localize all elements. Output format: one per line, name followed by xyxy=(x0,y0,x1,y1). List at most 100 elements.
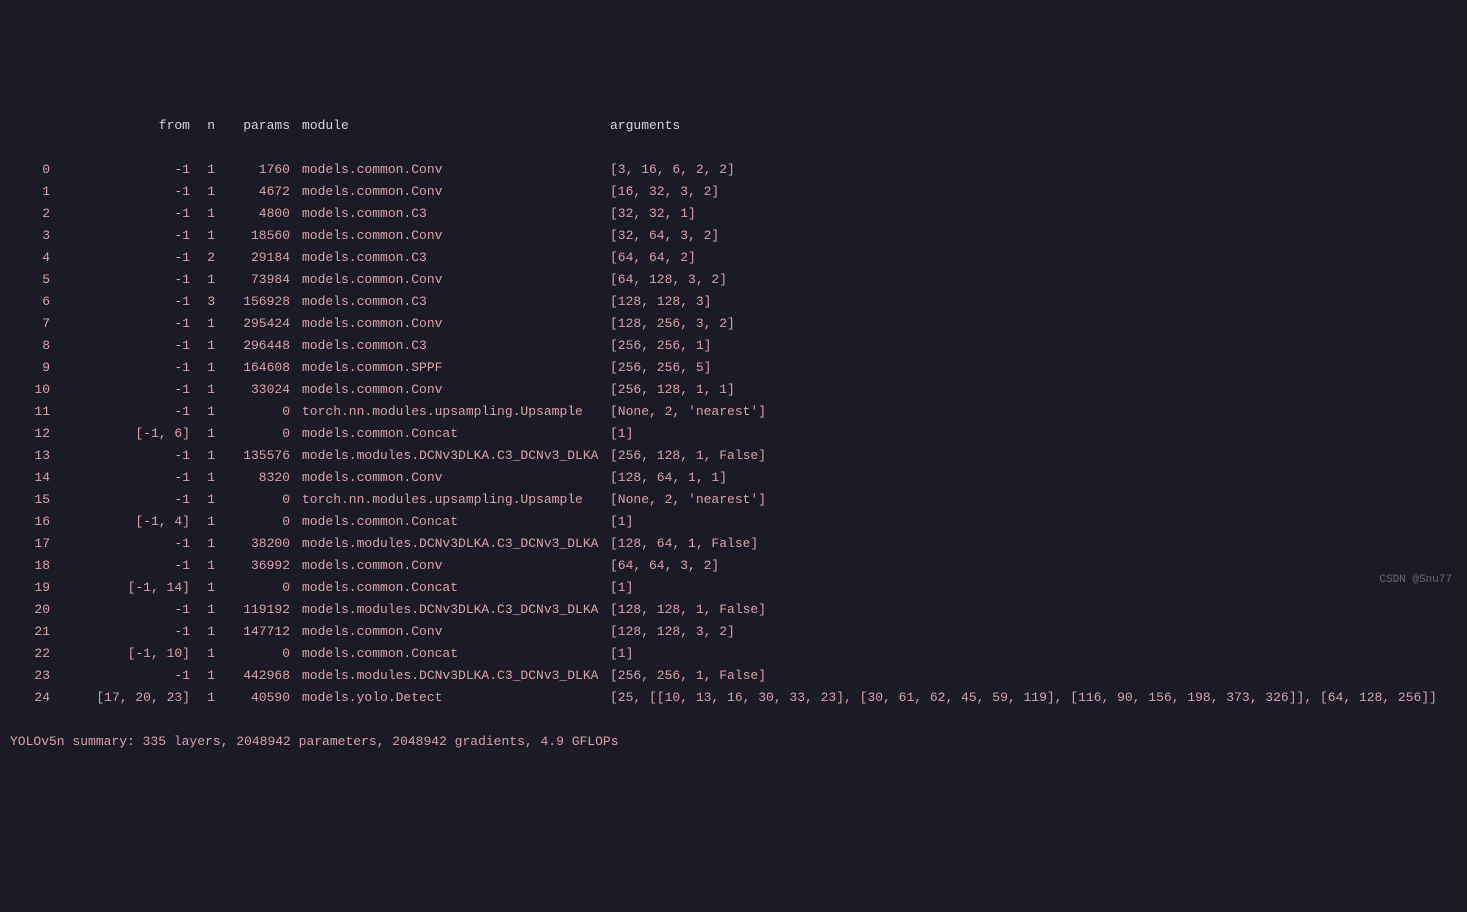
table-row: 13-11135576models.modules.DCNv3DLKA.C3_D… xyxy=(10,445,1457,467)
cell-module: models.common.Conv xyxy=(290,379,610,401)
cell-idx: 24 xyxy=(10,687,50,709)
header-n: n xyxy=(190,115,215,137)
cell-idx: 14 xyxy=(10,467,50,489)
cell-arguments: [32, 32, 1] xyxy=(610,203,696,225)
cell-from: -1 xyxy=(50,291,190,313)
cell-arguments: [64, 128, 3, 2] xyxy=(610,269,727,291)
cell-from: [-1, 14] xyxy=(50,577,190,599)
cell-params: 119192 xyxy=(215,599,290,621)
cell-arguments: [32, 64, 3, 2] xyxy=(610,225,719,247)
cell-idx: 3 xyxy=(10,225,50,247)
cell-params: 0 xyxy=(215,577,290,599)
cell-module: models.common.Conv xyxy=(290,467,610,489)
model-summary: YOLOv5n summary: 335 layers, 2048942 par… xyxy=(10,731,1457,753)
cell-module: models.common.Concat xyxy=(290,643,610,665)
cell-idx: 6 xyxy=(10,291,50,313)
cell-from: -1 xyxy=(50,621,190,643)
cell-arguments: [256, 256, 1, False] xyxy=(610,665,766,687)
header-from: from xyxy=(50,115,190,137)
cell-n: 1 xyxy=(190,225,215,247)
watermark-text: CSDN @Snu77 xyxy=(1379,569,1452,591)
cell-from: [-1, 10] xyxy=(50,643,190,665)
cell-n: 1 xyxy=(190,269,215,291)
cell-module: models.common.C3 xyxy=(290,335,610,357)
cell-idx: 2 xyxy=(10,203,50,225)
cell-arguments: [None, 2, 'nearest'] xyxy=(610,401,766,423)
table-row: 9-11164608models.common.SPPF[256, 256, 5… xyxy=(10,357,1457,379)
cell-from: -1 xyxy=(50,489,190,511)
cell-module: models.common.Conv xyxy=(290,159,610,181)
cell-arguments: [16, 32, 3, 2] xyxy=(610,181,719,203)
cell-n: 2 xyxy=(190,247,215,269)
cell-from: [17, 20, 23] xyxy=(50,687,190,709)
table-row: 16[-1, 4]10models.common.Concat[1] xyxy=(10,511,1457,533)
cell-module: models.common.C3 xyxy=(290,291,610,313)
table-row: 11-110torch.nn.modules.upsampling.Upsamp… xyxy=(10,401,1457,423)
cell-module: models.modules.DCNv3DLKA.C3_DCNv3_DLKA xyxy=(290,533,610,555)
cell-n: 1 xyxy=(190,555,215,577)
cell-params: 135576 xyxy=(215,445,290,467)
terminal-output: fromnparamsmodulearguments 0-111760model… xyxy=(0,88,1467,780)
cell-params: 442968 xyxy=(215,665,290,687)
cell-from: -1 xyxy=(50,313,190,335)
cell-arguments: [128, 64, 1, False] xyxy=(610,533,758,555)
header-arguments: arguments xyxy=(610,115,680,137)
cell-arguments: [256, 128, 1, 1] xyxy=(610,379,735,401)
cell-idx: 22 xyxy=(10,643,50,665)
cell-from: -1 xyxy=(50,555,190,577)
cell-from: -1 xyxy=(50,203,190,225)
table-row: 15-110torch.nn.modules.upsampling.Upsamp… xyxy=(10,489,1457,511)
cell-arguments: [128, 256, 3, 2] xyxy=(610,313,735,335)
cell-n: 1 xyxy=(190,203,215,225)
cell-from: -1 xyxy=(50,445,190,467)
cell-arguments: [3, 16, 6, 2, 2] xyxy=(610,159,735,181)
cell-from: -1 xyxy=(50,357,190,379)
cell-idx: 11 xyxy=(10,401,50,423)
table-row: 17-1138200models.modules.DCNv3DLKA.C3_DC… xyxy=(10,533,1457,555)
cell-module: models.yolo.Detect xyxy=(290,687,610,709)
table-row: 19[-1, 14]10models.common.Concat[1] xyxy=(10,577,1457,599)
cell-params: 0 xyxy=(215,423,290,445)
cell-params: 18560 xyxy=(215,225,290,247)
cell-idx: 19 xyxy=(10,577,50,599)
cell-arguments: [1] xyxy=(610,577,633,599)
cell-from: -1 xyxy=(50,665,190,687)
cell-params: 0 xyxy=(215,511,290,533)
cell-idx: 9 xyxy=(10,357,50,379)
cell-from: -1 xyxy=(50,379,190,401)
cell-n: 1 xyxy=(190,599,215,621)
cell-arguments: [None, 2, 'nearest'] xyxy=(610,489,766,511)
header-module: module xyxy=(290,115,610,137)
cell-n: 1 xyxy=(190,687,215,709)
cell-n: 1 xyxy=(190,313,215,335)
cell-n: 1 xyxy=(190,357,215,379)
cell-module: models.modules.DCNv3DLKA.C3_DCNv3_DLKA xyxy=(290,445,610,467)
cell-arguments: [128, 64, 1, 1] xyxy=(610,467,727,489)
cell-params: 8320 xyxy=(215,467,290,489)
cell-module: models.common.C3 xyxy=(290,247,610,269)
cell-module: models.common.Concat xyxy=(290,511,610,533)
cell-params: 33024 xyxy=(215,379,290,401)
cell-module: torch.nn.modules.upsampling.Upsample xyxy=(290,401,610,423)
cell-idx: 15 xyxy=(10,489,50,511)
header-params: params xyxy=(215,115,290,137)
cell-n: 1 xyxy=(190,621,215,643)
cell-params: 29184 xyxy=(215,247,290,269)
cell-params: 156928 xyxy=(215,291,290,313)
cell-params: 38200 xyxy=(215,533,290,555)
cell-from: -1 xyxy=(50,335,190,357)
table-row: 8-11296448models.common.C3[256, 256, 1] xyxy=(10,335,1457,357)
cell-idx: 4 xyxy=(10,247,50,269)
cell-arguments: [1] xyxy=(610,423,633,445)
table-row: 0-111760models.common.Conv[3, 16, 6, 2, … xyxy=(10,159,1457,181)
cell-n: 1 xyxy=(190,489,215,511)
cell-params: 73984 xyxy=(215,269,290,291)
cell-from: [-1, 6] xyxy=(50,423,190,445)
cell-idx: 20 xyxy=(10,599,50,621)
cell-arguments: [128, 128, 3] xyxy=(610,291,711,313)
table-row: 7-11295424models.common.Conv[128, 256, 3… xyxy=(10,313,1457,335)
cell-module: models.common.SPPF xyxy=(290,357,610,379)
cell-params: 4800 xyxy=(215,203,290,225)
table-row: 6-13156928models.common.C3[128, 128, 3] xyxy=(10,291,1457,313)
table-row: 22[-1, 10]10models.common.Concat[1] xyxy=(10,643,1457,665)
